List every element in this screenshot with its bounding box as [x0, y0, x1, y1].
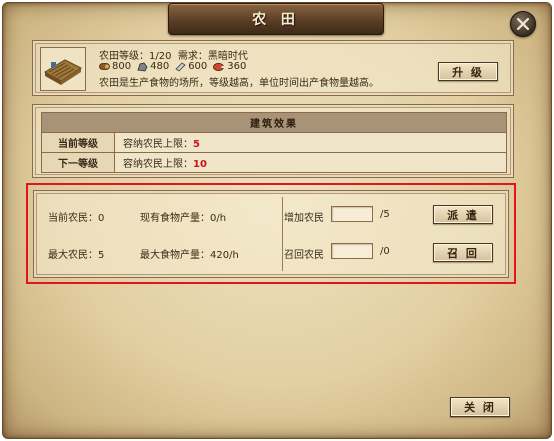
building-effects-panel: 建筑效果 当前等级 容纳农民上限：5 下一等级 容纳农民上限：10 [32, 104, 514, 178]
recall-farmers-limit: /0 [380, 246, 390, 257]
max-farmers: 最大农民：5 [48, 250, 105, 261]
wood-log-icon [99, 63, 110, 70]
recall-farmers-label: 召回农民 [284, 250, 324, 261]
add-farmers-limit: /5 [380, 209, 390, 220]
table-row: 下一等级 容纳农民上限：10 [41, 152, 507, 173]
dispatch-button[interactable]: 派 遣 [433, 205, 493, 224]
capacity-value: 10 [193, 159, 207, 170]
row-label-current: 当前等级 [41, 132, 115, 153]
farm-building-icon [40, 47, 86, 91]
dialog-title: 农 田 [252, 12, 300, 28]
row-label-next: 下一等级 [41, 152, 115, 173]
title-banner: 农 田 [168, 3, 384, 35]
stone-icon [137, 62, 148, 71]
building-description: 农田是生产食物的场所，等级越高，单位时间出产食物量越高。 [99, 78, 379, 89]
capacity-text: 容纳农民上限： [123, 159, 193, 170]
level-requirement-line: 农田等级：1/20 需求：黑暗时代 [99, 47, 248, 62]
resource-amount: 480 [150, 61, 170, 72]
current-farmers: 当前农民：0 [48, 213, 105, 224]
capacity-value: 5 [193, 139, 200, 150]
row-value-current: 容纳农民上限：5 [114, 132, 507, 153]
max-food-output: 最大食物产量：420/h [140, 250, 239, 261]
meat-icon [213, 62, 225, 71]
resource-meat: 360 [213, 61, 246, 72]
row-value-next: 容纳农民上限：10 [114, 152, 507, 173]
current-food-output: 现有食物产量：0/h [140, 213, 227, 224]
resource-iron: 600 [175, 61, 207, 72]
effects-header: 建筑效果 [41, 112, 507, 133]
iron-icon [175, 61, 186, 72]
resource-stone: 480 [137, 61, 169, 72]
resource-amount: 600 [188, 61, 208, 72]
add-farmers-input[interactable] [331, 206, 373, 222]
resource-wood: 800 [99, 61, 131, 72]
capacity-text: 容纳农民上限： [123, 139, 193, 150]
recall-farmers-input[interactable] [331, 243, 373, 259]
resource-amount: 800 [112, 61, 132, 72]
effects-table: 建筑效果 当前等级 容纳农民上限：5 下一等级 容纳农民上限：10 [41, 112, 507, 173]
resource-amount: 360 [227, 61, 247, 72]
upgrade-button[interactable]: 升 级 [438, 62, 498, 81]
add-farmers-label: 增加农民 [284, 213, 324, 224]
table-row: 当前等级 容纳农民上限：5 [41, 132, 507, 153]
close-icon[interactable] [510, 11, 536, 37]
highlight-outline [26, 183, 516, 284]
upgrade-cost-line: 800 480 600 360 [99, 61, 252, 72]
recall-button[interactable]: 召 回 [433, 243, 493, 262]
close-button[interactable]: 关 闭 [450, 397, 510, 417]
